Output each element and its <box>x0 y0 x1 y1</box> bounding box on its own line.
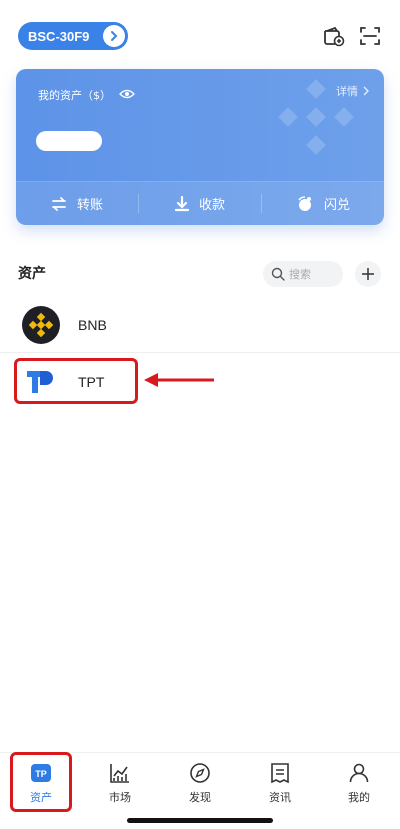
nav-market-label: 市场 <box>109 791 131 804</box>
hidden-balance <box>36 131 102 151</box>
nav-assets-highlight-box <box>10 752 72 812</box>
nav-discover-label: 发现 <box>189 791 211 804</box>
wallet-name: BSC-30F9 <box>28 28 90 44</box>
bnb-watermark-icon <box>278 79 354 155</box>
asset-label-group: 我的资产（$） <box>38 87 135 103</box>
chevron-right-icon <box>103 25 125 47</box>
swap-label: 闪兑 <box>323 198 350 213</box>
transfer-label: 转账 <box>76 198 103 213</box>
scan-icon[interactable] <box>358 24 382 48</box>
search-placeholder: 搜索 <box>289 268 311 281</box>
wallet-switcher-button[interactable]: BSC-30F9 <box>18 22 128 50</box>
asset-card: 我的资产（$） 详情 转账 收款 闪兑 <box>16 69 384 225</box>
plus-icon <box>362 268 374 280</box>
market-chart-icon <box>110 764 129 783</box>
compass-icon <box>190 763 210 783</box>
tpt-highlight-box <box>14 358 138 404</box>
receive-button[interactable]: 收款 <box>139 182 261 225</box>
news-icon <box>271 763 289 784</box>
row-divider <box>0 352 400 353</box>
nav-profile-label: 我的 <box>348 791 370 804</box>
receive-icon <box>174 195 189 211</box>
profile-icon <box>349 763 369 783</box>
transfer-button[interactable]: 转账 <box>16 182 138 225</box>
nav-discover[interactable]: 发现 <box>170 761 230 805</box>
eye-icon[interactable] <box>119 88 135 103</box>
card-actions: 转账 收款 闪兑 <box>16 181 384 225</box>
nav-news[interactable]: 资讯 <box>250 761 310 805</box>
chevron-right-icon <box>363 86 369 96</box>
token-symbol: BNB <box>78 317 107 333</box>
assets-section-title: 资产 <box>18 266 46 282</box>
nav-news-label: 资讯 <box>269 791 291 804</box>
swap-icon <box>298 195 311 211</box>
transfer-icon <box>52 196 66 211</box>
search-input[interactable]: 搜索 <box>263 261 343 287</box>
receive-label: 收款 <box>198 198 225 213</box>
token-row-bnb[interactable]: BNB <box>0 299 400 351</box>
add-token-button[interactable] <box>355 261 381 287</box>
nav-market[interactable]: 市场 <box>90 761 150 805</box>
swap-button[interactable]: 闪兑 <box>262 182 384 225</box>
search-icon <box>271 267 285 281</box>
home-indicator <box>127 818 273 823</box>
add-wallet-icon[interactable] <box>322 24 346 48</box>
pointer-arrow-icon <box>144 373 214 387</box>
bnb-logo <box>22 306 60 344</box>
my-assets-label: 我的资产（$） <box>38 89 111 102</box>
nav-profile[interactable]: 我的 <box>329 761 389 805</box>
